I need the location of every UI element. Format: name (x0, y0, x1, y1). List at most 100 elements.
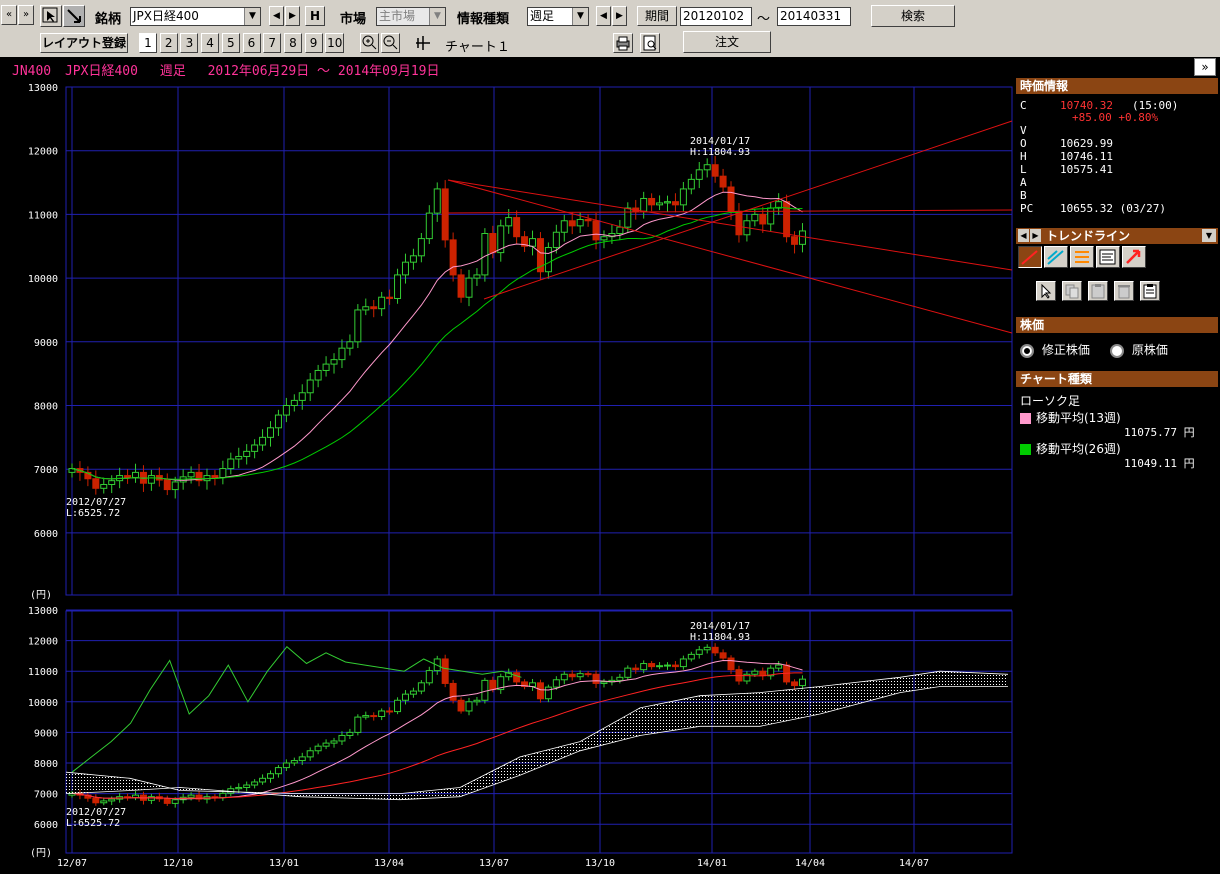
brand-prev-button[interactable]: ◀ (269, 6, 284, 26)
sub-candle-body (473, 699, 481, 703)
candle-body (330, 359, 338, 365)
edit-tools (1036, 281, 1166, 303)
nav-double-right-button[interactable]: » (18, 5, 34, 25)
layout-number-button-3[interactable]: 3 (180, 33, 199, 53)
copy-tool-button[interactable] (1062, 281, 1082, 301)
brand-next-button[interactable]: ▶ (285, 6, 300, 26)
market-value: 主市場 (379, 9, 416, 23)
candle-body (282, 405, 290, 416)
ma13-line (71, 191, 803, 481)
sub-candle-body (330, 740, 338, 744)
fibonacci-tool-button[interactable] (1096, 246, 1120, 268)
period-button[interactable]: 期間 (637, 6, 677, 26)
print-preview-icon (643, 35, 657, 51)
sub-y-tick: 7000 (34, 790, 58, 801)
high-label: H (1020, 150, 1027, 163)
trendline-tool-button[interactable] (1018, 246, 1042, 268)
main-y-tick: 13000 (28, 83, 58, 94)
main-y-tick: 9000 (34, 338, 58, 349)
crosshair-icon[interactable] (413, 33, 433, 53)
close-label: C (1020, 99, 1027, 112)
x-tick-label: 13/07 (479, 858, 509, 869)
layout-number-button-5[interactable]: 5 (221, 33, 240, 53)
search-button[interactable]: 検索 (871, 5, 955, 27)
info-next-button[interactable]: ▶ (612, 6, 627, 26)
preview-button[interactable] (640, 33, 660, 53)
quote-row-b: B (1020, 190, 1027, 202)
trendline-prev-icon[interactable]: ◀ (1018, 229, 1029, 242)
adjusted-price-radio[interactable]: 修正株価 (1020, 341, 1090, 358)
candle-body (767, 207, 775, 225)
h-button[interactable]: H (305, 6, 325, 26)
chart-area[interactable]: JN400 JPX日経400 週足 2012年06月29日 ～ 2014年09月… (0, 57, 1014, 874)
zoom-out-button[interactable] (381, 33, 400, 53)
layout-number-button-7[interactable]: 7 (263, 33, 282, 53)
candle-body (695, 169, 703, 180)
ma13-value: 11075.77 円 (1124, 426, 1195, 439)
expand-panel-button[interactable]: » (1194, 58, 1216, 76)
layout-number-button-4[interactable]: 4 (201, 33, 220, 53)
candle-body (298, 392, 306, 401)
candle-body (243, 450, 251, 457)
to-date-input[interactable]: 20140331 (777, 7, 851, 26)
sub-candle-body (306, 750, 314, 758)
sub-candle-body (378, 710, 386, 717)
candle-body (100, 483, 108, 489)
sub-candle-body (401, 693, 409, 701)
candle-body (687, 178, 695, 190)
arrow-draw-tool-button[interactable] (1122, 246, 1146, 268)
layout-number-button-9[interactable]: 9 (304, 33, 323, 53)
cursor-tool-button[interactable] (40, 5, 62, 27)
candle-body (219, 468, 227, 478)
paste-tool-button[interactable] (1088, 281, 1108, 301)
candle-body (386, 296, 394, 299)
delete-tool-button[interactable] (1114, 281, 1134, 301)
layout-number-button-2[interactable]: 2 (159, 33, 178, 53)
candle-body (505, 217, 513, 227)
candle-body (259, 436, 267, 446)
candle-body (529, 238, 537, 247)
layout-register-button[interactable]: レイアウト登録 (40, 33, 128, 53)
sub-candle-body (417, 682, 425, 692)
prev-close-value: 10655.32 (03/27) (1060, 202, 1166, 215)
print-button[interactable] (613, 33, 633, 53)
candle-body (640, 197, 648, 212)
x-tick-label: 14/07 (899, 858, 929, 869)
low-label: L (1020, 163, 1027, 176)
x-tick-label: 13/10 (585, 858, 615, 869)
quote-row-pc: PC 10655.32 (03/27) (1020, 202, 1166, 215)
zoom-in-icon (362, 35, 377, 50)
price-chart-svg[interactable]: 13000 12000 11000 10000 9000 8000 7000 6000 (円) 1… (0, 57, 1014, 874)
prev-close-label: PC (1020, 202, 1034, 215)
trendline-dropdown-icon[interactable]: ▼ (1202, 229, 1216, 242)
nav-double-left-button[interactable]: « (1, 5, 17, 25)
sub-candle-body (727, 657, 735, 671)
layout-number-button-1[interactable]: 1 (139, 33, 157, 53)
horizontal-line-tool-button[interactable] (1070, 246, 1094, 268)
sub-candle-body (775, 664, 783, 669)
clear-all-tool-button[interactable] (1140, 281, 1160, 301)
ask-label: A (1020, 176, 1027, 189)
arrow-tool-button[interactable] (63, 5, 85, 27)
parallel-line-tool-button[interactable] (1044, 246, 1068, 268)
layout-number-button-6[interactable]: 6 (242, 33, 261, 53)
original-price-radio[interactable]: 原株価 (1110, 341, 1168, 358)
zoom-in-button[interactable] (360, 33, 379, 53)
info-prev-button[interactable]: ◀ (596, 6, 611, 26)
quote-row-change: +85.00 +0.80% (1072, 112, 1158, 124)
sub-candle-body (465, 701, 473, 712)
brand-select[interactable]: JPX日経400 ▼ (130, 7, 261, 26)
from-date-input[interactable]: 20120102 (680, 7, 752, 26)
info-type-select[interactable]: 週足 ▼ (527, 7, 589, 26)
select-tool-button[interactable] (1036, 281, 1056, 301)
market-select[interactable]: 主市場 ▼ (376, 7, 446, 26)
candle-body (441, 188, 449, 241)
sub-candle-body (147, 796, 155, 801)
trendline-next-icon[interactable]: ▶ (1030, 229, 1041, 242)
sub-candle-body (354, 716, 362, 733)
sub-candle-body (798, 678, 806, 687)
chevron-down-icon: ▼ (244, 8, 260, 25)
layout-number-button-10[interactable]: 10 (325, 33, 345, 53)
order-button[interactable]: 注文 (683, 31, 771, 53)
layout-number-button-8[interactable]: 8 (283, 33, 302, 53)
